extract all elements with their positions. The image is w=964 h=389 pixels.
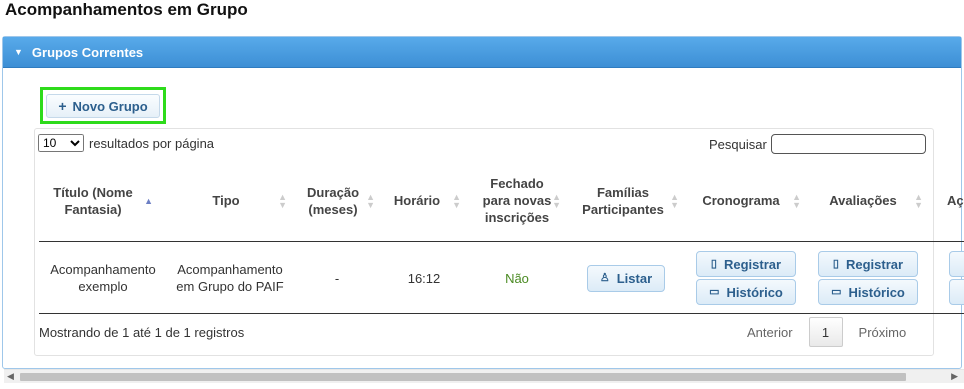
cell-cronograma: ▯ Registrar ▭ Histórico: [685, 243, 807, 313]
panel-title: Grupos Correntes: [31, 44, 144, 60]
column-header-cronograma[interactable]: Cronograma ▲ ▼: [685, 160, 807, 241]
sort-icon: ▲ ▼: [366, 191, 375, 210]
horizontal-scrollbar[interactable]: ◀ ▶: [4, 369, 964, 383]
sort-icon: ▲ ▼: [792, 191, 801, 210]
row-duration: -: [334, 270, 340, 286]
row-time: 16:12: [407, 270, 441, 286]
user-icon: ♙: [599, 271, 610, 284]
evaluation-register-label: Registrar: [845, 256, 904, 272]
column-header-familias[interactable]: Famílias Participantes ▲ ▼: [567, 160, 685, 241]
column-label: Cronograma: [702, 193, 780, 208]
cell-avaliacoes: ▯ Registrar ▭ Histórico: [807, 243, 929, 313]
list-families-button[interactable]: ♙ Listar: [587, 264, 665, 292]
column-header-tipo[interactable]: Tipo ▲ ▼: [159, 160, 293, 241]
column-header-titulo[interactable]: Título (Nome Fantasia) ▲: [39, 160, 159, 241]
column-label: Famílias Participantes: [582, 184, 664, 217]
cell-familias: ♙ Listar: [567, 243, 685, 313]
cell-tipo: Acompanhamento em Grupo do PAIF: [167, 243, 293, 313]
clipboard-icon: ▯: [832, 257, 839, 270]
column-header-fechado[interactable]: Fechado para novas inscrições ▲ ▼: [467, 160, 567, 241]
new-group-highlight: + Novo Grupo: [40, 87, 166, 124]
table-row: Acompanhamento exemplo Acompanhamento em…: [39, 243, 964, 314]
action-buttons: [949, 251, 964, 305]
clipboard-icon: ▯: [710, 257, 717, 270]
schedule-register-label: Registrar: [723, 256, 782, 272]
groups-panel: ▼ Grupos Correntes + Novo Grupo 10 resul…: [2, 36, 964, 369]
sort-icon: ▲ ▼: [670, 191, 679, 210]
column-label: Fechado para novas inscrições: [482, 176, 552, 225]
column-label: Título (Nome Fantasia): [53, 184, 133, 217]
action-button[interactable]: [949, 279, 964, 305]
column-label: Açõ: [947, 193, 964, 208]
comment-icon: ▭: [709, 285, 720, 298]
panel-header[interactable]: ▼ Grupos Correntes: [3, 37, 961, 68]
column-header-avaliacoes[interactable]: Avaliações ▲ ▼: [807, 160, 929, 241]
new-group-label: Novo Grupo: [72, 98, 148, 114]
column-header-duracao[interactable]: Duração (meses) ▲ ▼: [293, 160, 381, 241]
scrollbar-thumb[interactable]: [20, 373, 906, 381]
page-length-control: 10 resultados por página: [38, 134, 214, 152]
table-info: Mostrando de 1 até 1 de 1 registros: [39, 325, 245, 340]
search-label: Pesquisar: [709, 136, 767, 152]
new-group-button[interactable]: + Novo Grupo: [46, 94, 160, 118]
page-length-select[interactable]: 10: [38, 134, 84, 152]
row-type: Acompanhamento em Grupo do PAIF: [176, 262, 284, 294]
pagination-previous[interactable]: Anterior: [747, 325, 793, 340]
schedule-register-button[interactable]: ▯ Registrar: [696, 251, 796, 277]
list-families-label: Listar: [616, 270, 653, 286]
cell-horario: 16:12: [381, 243, 467, 313]
column-label: Avaliações: [829, 193, 897, 208]
page-title: Acompanhamentos em Grupo: [5, 0, 248, 19]
sort-icon: ▲ ▼: [914, 191, 923, 210]
search-control: Pesquisar: [709, 134, 926, 154]
scroll-left-icon[interactable]: ◀: [7, 371, 14, 382]
evaluation-buttons: ▯ Registrar ▭ Histórico: [818, 251, 918, 305]
column-header-horario[interactable]: Horário ▲ ▼: [381, 160, 467, 241]
comment-icon: ▭: [831, 285, 842, 298]
action-button[interactable]: [949, 251, 964, 277]
table-header: Título (Nome Fantasia) ▲ Tipo ▲ ▼ Duração…: [39, 160, 964, 242]
cell-fechado: Não: [467, 243, 567, 313]
caret-down-icon[interactable]: ▼: [14, 47, 23, 57]
evaluation-register-button[interactable]: ▯ Registrar: [818, 251, 918, 277]
schedule-history-label: Histórico: [726, 284, 783, 300]
plus-icon: +: [58, 98, 67, 114]
sort-asc-icon: ▲: [144, 195, 153, 206]
cell-titulo: Acompanhamento exemplo: [39, 243, 167, 313]
schedule-buttons: ▯ Registrar ▭ Histórico: [696, 251, 796, 305]
pagination-next[interactable]: Próximo: [859, 325, 907, 340]
sort-icon: ▲ ▼: [552, 191, 561, 210]
sort-icon: ▲ ▼: [452, 191, 461, 210]
column-label: Tipo: [212, 193, 240, 208]
schedule-history-button[interactable]: ▭ Histórico: [696, 279, 796, 305]
evaluation-history-button[interactable]: ▭ Histórico: [818, 279, 918, 305]
groups-datatable: 10 resultados por página Pesquisar Títul…: [34, 128, 964, 356]
cell-acoes: [929, 243, 964, 313]
row-closed-status: Não: [505, 270, 529, 286]
column-header-acoes[interactable]: Açõ: [929, 160, 964, 241]
cell-duracao: -: [293, 243, 381, 313]
pagination-current-page[interactable]: 1: [808, 317, 843, 347]
page-length-label: resultados por página: [89, 135, 215, 151]
sort-icon: ▲ ▼: [278, 191, 287, 210]
evaluation-history-label: Histórico: [848, 284, 905, 300]
row-title: Acompanhamento exemplo: [50, 262, 156, 294]
scroll-right-icon[interactable]: ▶: [951, 371, 958, 382]
search-input[interactable]: [770, 134, 926, 154]
pagination: Anterior 1 Próximo: [747, 317, 906, 347]
column-label: Horário: [393, 193, 441, 208]
